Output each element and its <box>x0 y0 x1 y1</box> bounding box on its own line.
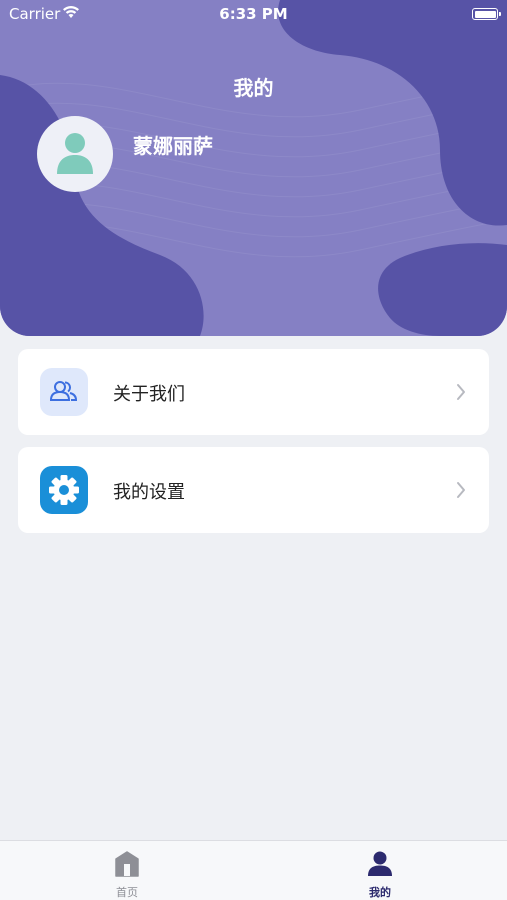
tab-bar: 首页 我的 <box>0 840 507 900</box>
tab-mine[interactable]: 我的 <box>320 841 440 900</box>
chevron-right-icon <box>457 482 465 498</box>
users-icon <box>49 381 78 401</box>
menu-item-label: 关于我们 <box>113 384 185 405</box>
settings-icon-box <box>40 466 88 514</box>
person-icon <box>368 851 392 876</box>
username: 蒙娜丽萨 <box>133 134 213 158</box>
clock: 6:33 PM <box>219 5 288 23</box>
avatar[interactable] <box>37 116 113 192</box>
menu-item-about-us[interactable]: 关于我们 <box>18 349 489 435</box>
person-avatar-icon <box>57 133 93 174</box>
tab-label: 我的 <box>369 886 391 899</box>
profile-header: Carrier 6:33 PM 我的 蒙娜丽萨 <box>0 0 507 336</box>
tab-home[interactable]: 首页 <box>67 841 187 900</box>
battery-icon <box>472 8 501 20</box>
menu-item-label: 我的设置 <box>113 482 185 503</box>
home-icon <box>115 851 139 877</box>
about-icon-box <box>40 368 88 416</box>
tab-label: 首页 <box>116 886 138 899</box>
gear-icon <box>49 475 79 505</box>
status-bar: Carrier 6:33 PM <box>0 0 507 28</box>
chevron-right-icon <box>457 384 465 400</box>
page-title: 我的 <box>233 76 274 100</box>
menu-item-settings[interactable]: 我的设置 <box>18 447 489 533</box>
